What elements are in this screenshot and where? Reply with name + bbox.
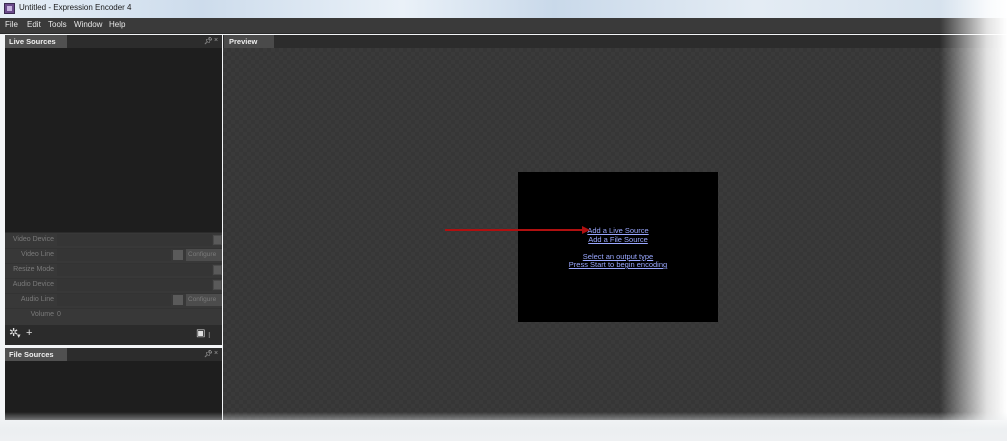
live-sources-list[interactable]: [5, 48, 222, 232]
audio-line-dropdown[interactable]: [173, 295, 183, 305]
layout-dropdown-icon[interactable]: ⁝: [208, 330, 211, 341]
preview-canvas: Add a Live Source Add a File Source Sele…: [518, 172, 718, 322]
resize-mode-select[interactable]: [57, 264, 212, 276]
preview-area: Add a Live Source Add a File Source Sele…: [223, 48, 1007, 420]
tab-file-sources[interactable]: File Sources: [5, 348, 67, 361]
encoder-window: Untitled - Expression Encoder 4 File Edi…: [0, 0, 1007, 441]
close-icon[interactable]: ×: [214, 37, 218, 44]
preview-panel: Preview Add a Live Source Add a File Sou…: [223, 35, 1007, 420]
preview-tab-strip: [223, 35, 1007, 48]
plus-icon[interactable]: +: [26, 328, 32, 339]
app-icon: [4, 3, 15, 14]
video-line-select[interactable]: [57, 249, 171, 261]
audio-device-select[interactable]: [57, 279, 212, 291]
video-line-dropdown[interactable]: [173, 250, 183, 260]
video-line-label: Video Line: [21, 251, 54, 258]
menu-tools[interactable]: Tools: [48, 20, 67, 29]
resize-mode-dropdown[interactable]: [213, 265, 222, 275]
video-line-row: Video Line Configure: [5, 248, 222, 264]
audio-device-label: Audio Device: [12, 281, 54, 288]
menu-file[interactable]: File: [5, 20, 18, 29]
audio-line-row: Audio Line Configure: [5, 293, 222, 309]
audio-line-label: Audio Line: [20, 296, 54, 303]
annotation-arrow: [445, 229, 585, 231]
file-pin-icon[interactable]: 📌︎: [204, 350, 213, 358]
menu-bar: File Edit Tools Window Help: [0, 18, 1007, 34]
volume-label: Volume: [30, 311, 54, 318]
audio-configure-label: Configure: [188, 296, 217, 303]
video-device-row: Video Device: [5, 233, 222, 249]
tab-live-sources[interactable]: Live Sources: [5, 35, 67, 48]
annotation-arrow-head: [582, 226, 590, 234]
press-start-link[interactable]: Press Start to begin encoding: [518, 260, 718, 269]
layout-grid-icon[interactable]: ▣: [196, 328, 205, 339]
tab-live-sources-label: Live Sources: [9, 37, 56, 46]
live-sources-panel: Live Sources 📌︎ × Video Device Video Lin…: [5, 35, 222, 345]
tab-preview[interactable]: Preview: [224, 35, 274, 48]
pin-icon[interactable]: 📌︎: [204, 37, 213, 45]
add-file-source-link[interactable]: Add a File Source: [518, 235, 718, 244]
video-configure-button[interactable]: Configure: [186, 249, 222, 261]
resize-mode-row: Resize Mode: [5, 263, 222, 279]
video-device-label: Video Device: [12, 236, 54, 243]
video-device-select[interactable]: [57, 234, 212, 246]
resize-mode-label: Resize Mode: [13, 266, 54, 273]
volume-value[interactable]: 0: [57, 311, 61, 318]
audio-device-dropdown[interactable]: [213, 280, 222, 290]
menu-window[interactable]: Window: [74, 20, 102, 29]
audio-configure-button[interactable]: Configure: [186, 294, 222, 306]
file-close-icon[interactable]: ×: [214, 350, 218, 357]
menu-edit[interactable]: Edit: [27, 20, 41, 29]
audio-line-select[interactable]: [57, 294, 171, 306]
gear-dropdown-icon[interactable]: ▾: [17, 331, 21, 342]
file-sources-list[interactable]: [5, 361, 222, 420]
tab-preview-label: Preview: [229, 37, 258, 46]
device-properties: Video Device Video Line Configure Resize…: [5, 232, 222, 326]
tab-file-sources-label: File Sources: [9, 350, 54, 359]
video-device-dropdown[interactable]: [213, 235, 222, 245]
audio-device-row: Audio Device: [5, 278, 222, 294]
title-bar: Untitled - Expression Encoder 4: [0, 0, 1007, 18]
menu-help[interactable]: Help: [109, 20, 125, 29]
live-sources-toolbar: ✲ ▾ + ▣ ⁝: [5, 325, 222, 345]
file-sources-panel: File Sources 📌︎ ×: [5, 348, 222, 420]
window-title: Untitled - Expression Encoder 4: [19, 3, 132, 12]
volume-row: Volume 0: [5, 308, 222, 323]
video-configure-label: Configure: [188, 251, 217, 258]
